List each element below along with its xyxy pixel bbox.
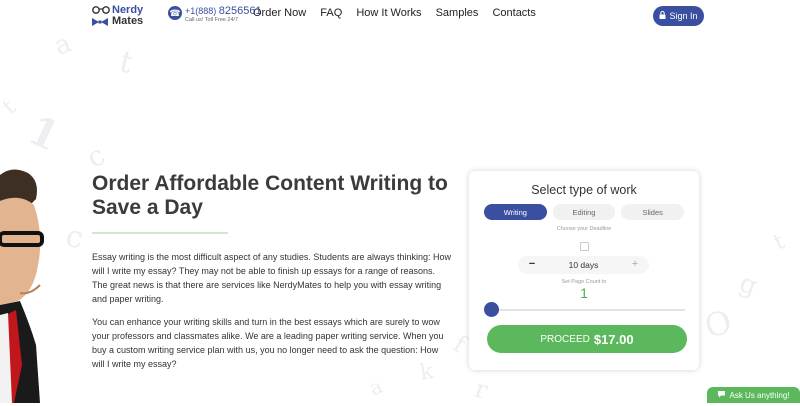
bg-letter: 1 [21, 106, 67, 161]
page-count-slider-track[interactable] [491, 309, 685, 311]
deadline-increase-button[interactable]: + [627, 256, 643, 274]
sign-in-label: Sign In [669, 11, 698, 21]
main-nav: Order Now FAQ How It Works Samples Conta… [253, 7, 547, 19]
calendar-icon [580, 242, 589, 251]
nav-contacts[interactable]: Contacts [492, 7, 535, 19]
logo-line2: Mates [112, 15, 144, 27]
chat-icon [717, 390, 726, 400]
page-count-slider-thumb[interactable] [483, 302, 499, 317]
tab-writing[interactable]: Writing [484, 204, 547, 220]
title-underline [92, 232, 228, 234]
site-header: Nerdy Mates ☎ +1(888) 8256561 Call us! T… [0, 0, 800, 32]
bg-letter: t [0, 95, 21, 120]
nav-faq[interactable]: FAQ [320, 7, 342, 19]
bg-letter: a [366, 373, 386, 401]
deadline-decrease-button[interactable]: − [524, 256, 540, 274]
ask-us-label: Ask Us anything! [729, 390, 790, 400]
bg-letter: r [471, 373, 492, 406]
intro-paragraph-2: You can enhance your writing skills and … [92, 317, 444, 369]
work-type-tabs: Writing Editing Slides [484, 204, 685, 220]
bg-letter: c [80, 138, 111, 175]
lock-icon [659, 11, 666, 21]
deadline-value: 10 days [568, 260, 599, 270]
bg-letter: t [770, 229, 789, 256]
deadline-stepper: − 10 days + [518, 256, 649, 274]
bg-letter: a [50, 28, 76, 62]
phone-note: Call us! Toll Free 24/7 [185, 17, 239, 23]
nav-how-it-works[interactable]: How It Works [356, 7, 421, 19]
bg-letter: g [735, 268, 762, 302]
order-card: Select type of work Writing Editing Slid… [469, 171, 699, 370]
page-count-value: 1 [580, 285, 588, 301]
deadline-label: Choose your Deadline [556, 226, 612, 232]
bg-letter: O [700, 302, 736, 346]
bg-letter: c [63, 218, 86, 257]
bowtie-icon [92, 18, 108, 26]
proceed-label: PROCEED [540, 333, 590, 345]
bg-letter: t [115, 44, 137, 81]
student-illustration [0, 165, 60, 403]
tab-slides[interactable]: Slides [621, 204, 685, 220]
sign-in-button[interactable]: Sign In [653, 6, 704, 26]
nav-samples[interactable]: Samples [436, 7, 479, 19]
nav-order-now[interactable]: Order Now [253, 7, 306, 19]
logo[interactable]: Nerdy Mates [92, 4, 156, 28]
ask-us-chat-button[interactable]: Ask Us anything! [707, 387, 800, 403]
proceed-button[interactable]: PROCEED $17.00 [487, 325, 687, 353]
intro-paragraph-1: Essay writing is the most difficult aspe… [92, 252, 452, 304]
phone-number: +1(888) 8256561 [185, 5, 262, 17]
tab-editing[interactable]: Editing [552, 204, 616, 220]
page-title: Order Affordable Content Writing to Save… [92, 172, 448, 219]
glasses-icon [92, 6, 110, 17]
card-title: Select type of work [531, 183, 637, 197]
phone-icon: ☎ [168, 6, 182, 20]
price-value: $17.00 [593, 331, 634, 347]
